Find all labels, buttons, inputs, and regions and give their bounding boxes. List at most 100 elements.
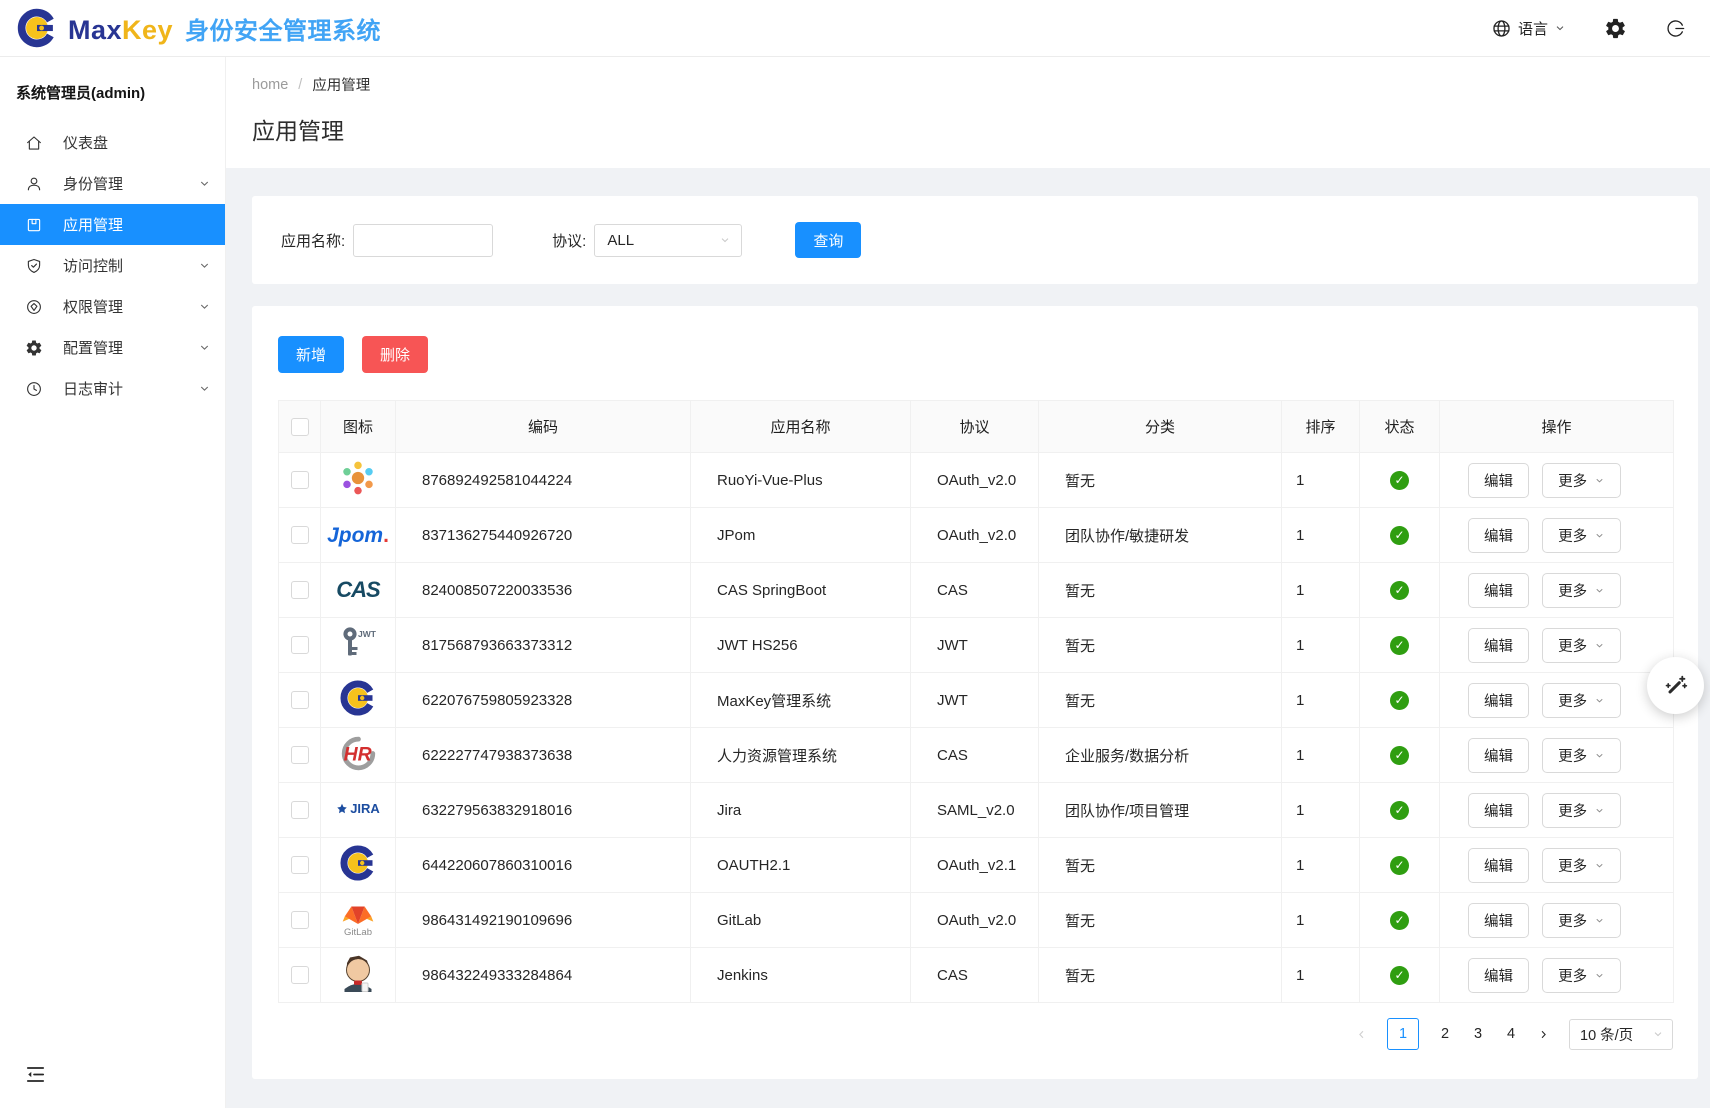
select-all-checkbox[interactable] [291,418,309,436]
edit-button[interactable]: 编辑 [1468,848,1529,883]
chevron-down-icon [1594,970,1605,981]
app-protocol-cell: CAS [911,563,1039,618]
sidebar-item-setting[interactable]: 配置管理 [0,327,225,368]
more-button[interactable]: 更多 [1542,518,1621,553]
current-user-label: 系统管理员(admin) [0,57,225,122]
page-number-2[interactable]: 2 [1438,1026,1452,1042]
app-code-cell: 824008507220033536 [396,563,691,618]
column-header-code: 编码 [396,401,691,453]
edit-button[interactable]: 编辑 [1468,903,1529,938]
prev-page-icon[interactable] [1355,1028,1368,1041]
brand-title: Max Key 身份安全管理系统 [68,11,381,46]
app-name-input[interactable] [353,224,493,257]
edit-button[interactable]: 编辑 [1468,958,1529,993]
app-code-cell: 876892492581044224 [396,453,691,508]
row-checkbox[interactable] [291,581,309,599]
setting-icon [25,339,43,357]
edit-button[interactable]: 编辑 [1468,738,1529,773]
more-button[interactable]: 更多 [1542,848,1621,883]
add-button[interactable]: 新增 [278,336,344,373]
chevron-down-icon [198,177,211,190]
page-number-1[interactable]: 1 [1387,1018,1419,1050]
app-category-cell: 暂无 [1039,673,1282,728]
page-number-3[interactable]: 3 [1471,1026,1485,1042]
app-protocol-cell: OAuth_v2.0 [911,893,1039,948]
row-checkbox[interactable] [291,746,309,764]
edit-button[interactable]: 编辑 [1468,573,1529,608]
table-header-row: 图标 编码 应用名称 协议 分类 排序 状态 操作 [279,401,1674,453]
edit-button[interactable]: 编辑 [1468,518,1529,553]
chevron-down-icon [1594,805,1605,816]
more-button[interactable]: 更多 [1542,463,1621,498]
app-logo-icon [336,456,380,500]
status-enabled-icon: ✓ [1390,746,1409,765]
app-protocol-cell: OAuth_v2.0 [911,453,1039,508]
menu-fold-icon[interactable] [24,1063,47,1086]
app-logo-icon: JIRA [336,802,380,815]
chevron-down-icon [198,341,211,354]
row-checkbox[interactable] [291,856,309,874]
app-protocol-cell: JWT [911,618,1039,673]
app-sort-cell: 1 [1282,893,1360,948]
delete-button[interactable]: 删除 [362,336,428,373]
sidebar-item-user[interactable]: 身份管理 [0,163,225,204]
edit-button[interactable]: 编辑 [1468,793,1529,828]
app-protocol-cell: JWT [911,673,1039,728]
breadcrumb-home[interactable]: home [252,77,288,93]
app-sort-cell: 1 [1282,728,1360,783]
sidebar-item-gem[interactable]: 权限管理 [0,286,225,327]
more-button[interactable]: 更多 [1542,738,1621,773]
logout-button[interactable] [1665,18,1686,39]
breadcrumb-current: 应用管理 [312,74,370,95]
more-button[interactable]: 更多 [1542,793,1621,828]
more-button[interactable]: 更多 [1542,683,1621,718]
edit-button[interactable]: 编辑 [1468,628,1529,663]
row-checkbox[interactable] [291,801,309,819]
protocol-select[interactable]: ALL [594,224,742,257]
page-header: home / 应用管理 应用管理 [225,57,1710,168]
chevron-down-icon [1594,750,1605,761]
app-logo-icon: Jpom. [327,525,389,546]
row-checkbox[interactable] [291,966,309,984]
appstore-icon [25,216,43,234]
more-button[interactable]: 更多 [1542,903,1621,938]
header-actions: 语言 [1491,17,1686,40]
floating-assistant-button[interactable] [1647,657,1704,714]
column-header-icon: 图标 [321,401,396,453]
next-page-icon[interactable] [1537,1028,1550,1041]
more-button[interactable]: 更多 [1542,628,1621,663]
toolbar: 新增 删除 [278,336,1674,373]
edit-button[interactable]: 编辑 [1468,683,1529,718]
sidebar-item-appstore[interactable]: 应用管理 [0,204,225,245]
more-button[interactable]: 更多 [1542,958,1621,993]
status-enabled-icon: ✓ [1390,801,1409,820]
brand-name-primary: Max [68,15,122,46]
row-checkbox[interactable] [291,636,309,654]
app-protocol-cell: OAuth_v2.0 [911,508,1039,563]
app-logo-icon: GitLab [341,903,375,938]
app-name-cell: 人力资源管理系统 [691,728,911,783]
column-header-status: 状态 [1360,401,1440,453]
page-size-select[interactable]: 10 条/页 [1569,1019,1673,1050]
sidebar-item-clock[interactable]: 日志审计 [0,368,225,409]
row-checkbox[interactable] [291,471,309,489]
row-checkbox[interactable] [291,691,309,709]
app-category-cell: 暂无 [1039,893,1282,948]
status-enabled-icon: ✓ [1390,471,1409,490]
table-row: 876892492581044224 RuoYi-Vue-Plus OAuth_… [279,453,1674,508]
app-protocol-cell: CAS [911,728,1039,783]
app-category-cell: 团队协作/敏捷研发 [1039,508,1282,563]
language-switcher[interactable]: 语言 [1491,18,1566,39]
app-logo-icon: HR [337,732,380,775]
page-number-4[interactable]: 4 [1504,1026,1518,1042]
sidebar-item-safety[interactable]: 访问控制 [0,245,225,286]
more-button[interactable]: 更多 [1542,573,1621,608]
row-checkbox[interactable] [291,526,309,544]
edit-button[interactable]: 编辑 [1468,463,1529,498]
sidebar-item-home[interactable]: 仪表盘 [0,122,225,163]
main-area: home / 应用管理 应用管理 应用名称: 协议: ALL 查询 新增 删除 [225,57,1710,1108]
row-checkbox[interactable] [291,911,309,929]
settings-button[interactable] [1604,17,1627,40]
search-button[interactable]: 查询 [795,222,861,258]
table-row: HR 622227747938373638 人力资源管理系统 CAS 企业服务/… [279,728,1674,783]
